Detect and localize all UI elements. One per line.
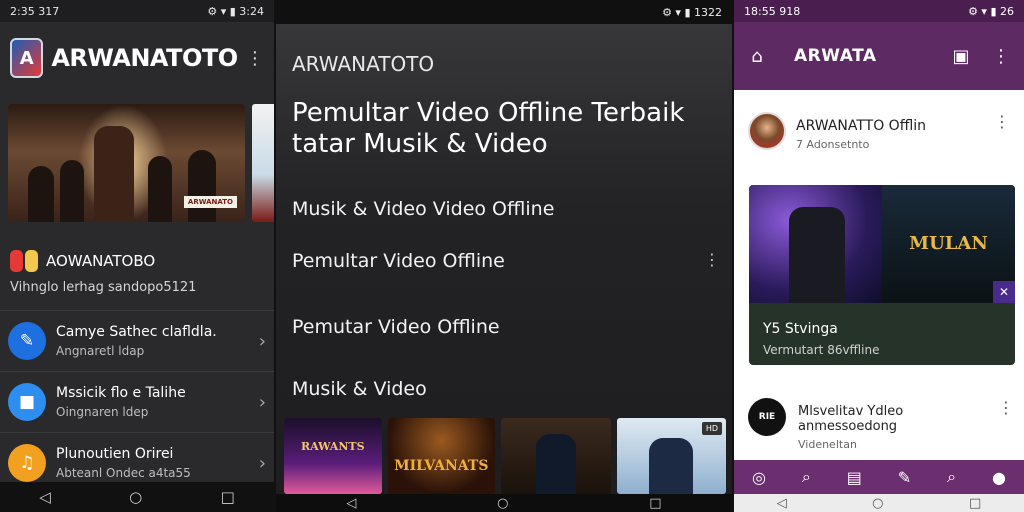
channel-avatar (10, 250, 38, 272)
phone-screen-right: 18:55 918 ⚙ ▾ ▮ 26 ⌂ ARWATA ▣ ⋮ ARWANATT… (734, 0, 1024, 512)
channel-subtitle: Vihnglo lerhag sandopo5121 (10, 280, 197, 295)
tab-edit-icon[interactable]: ✎ (898, 468, 911, 487)
system-nav-bar: ◁ ○ □ (734, 494, 1024, 512)
headline: Pemultar Video Offline Terbaik tatar Mus… (292, 98, 685, 159)
app-title: ARWANATOTO (292, 52, 435, 76)
list-item[interactable]: Pemutar Video Offline (292, 316, 500, 338)
video-icon: ■ (8, 383, 46, 421)
music-note-icon: ♫ (8, 444, 46, 482)
channel-name: AOWANATOBO (46, 252, 156, 270)
app-title: ARWATA (794, 46, 877, 66)
menu-list: ✎ Camye Sathec clafldla. Angnaretl ldap ›… (0, 310, 274, 493)
list-item-title: Camye Sathec clafldla. (56, 324, 217, 340)
quality-badge: HD (701, 422, 723, 435)
section-title: Musik & Video (292, 378, 427, 400)
home-icon[interactable]: ○ (872, 496, 883, 511)
chat-icon[interactable]: ▣ (948, 46, 974, 67)
list-item[interactable]: Pemultar Video Offline (292, 250, 505, 272)
list-item-subtitle: Angnaretl ldap (56, 344, 145, 358)
recents-icon[interactable]: □ (969, 496, 981, 511)
list-item-title: Mssicik flo e Talihe (56, 385, 186, 401)
system-nav-bar: ◁ ○ □ (276, 494, 732, 512)
more-options-icon[interactable]: ⋮ (988, 46, 1014, 67)
card-subtitle: Vermutart 86vffline (763, 343, 880, 357)
post-header[interactable]: ARWANATTO Offlin 7 Adonsetnto ⋮ (748, 112, 1010, 151)
system-nav-bar: ◁ ○ □ (0, 482, 274, 512)
video-thumbnail[interactable]: RAWANTS (284, 418, 382, 494)
featured-video-thumbnail[interactable]: ARWANATO (8, 104, 245, 222)
video-card[interactable]: MULAN ✕ Y5 Stvinga Vermutart 86vffline (749, 185, 1015, 365)
app-bar: ⌂ ARWATA ▣ ⋮ (734, 22, 1024, 90)
chevron-right-icon: › (258, 391, 266, 413)
post-subtitle: 7 Adonsetnto (796, 138, 870, 151)
tab-library-icon[interactable]: ▤ (847, 468, 862, 487)
app-title: ARWANATOTO (51, 44, 238, 72)
home-icon[interactable]: ⌂ (744, 46, 770, 67)
chevron-right-icon: › (258, 330, 266, 352)
video-thumbnail[interactable]: HD (616, 418, 727, 494)
list-item-subtitle: Abteanl Ondec a4ta55 (56, 466, 191, 480)
recents-icon[interactable]: □ (221, 488, 235, 506)
tab-search-icon[interactable]: ⌕ (802, 467, 811, 487)
more-options-icon[interactable]: ⋮ (998, 398, 1014, 417)
post-author: ARWANATTO Offlin (796, 118, 926, 134)
avatar (748, 112, 786, 150)
channel-logo: RIE (748, 398, 786, 436)
status-icons: ⚙ ▾ ▮ 26 (968, 4, 1014, 18)
more-options-icon[interactable]: ⋮ (246, 48, 264, 69)
more-options-icon[interactable]: ⋮ (704, 250, 720, 269)
video-thumbnail[interactable] (501, 418, 611, 494)
phone-screen-left: 2:35 317 ⚙ ▾ ▮ 3:24 A ARWANATOTO ⋮ ARWAN… (0, 0, 274, 512)
post-author: Mlsvelitav Ydleo anmessoedong (798, 404, 904, 434)
list-item[interactable]: Musik & Video Video Offline (292, 198, 554, 220)
status-icons: ⚙ ▾ ▮ 1322 (662, 5, 722, 19)
recents-icon[interactable]: □ (649, 496, 661, 511)
video-thumbnail[interactable]: MILVANATS (387, 418, 496, 494)
list-item[interactable]: ✎ Camye Sathec clafldla. Angnaretl ldap › (0, 310, 274, 371)
app-bar: A ARWANATOTO ⋮ (0, 22, 274, 94)
pencil-icon: ✎ (8, 322, 46, 360)
status-time: 2:35 317 (10, 4, 60, 18)
tab-search2-icon[interactable]: ⌕ (947, 467, 956, 487)
tab-profile-icon[interactable]: ● (992, 468, 1006, 487)
back-icon[interactable]: ◁ (777, 496, 787, 511)
tab-home-icon[interactable]: ◎ (752, 468, 766, 487)
hero-badge: ARWANATO (183, 196, 237, 208)
status-bar: ⚙ ▾ ▮ 1322 (276, 0, 732, 24)
list-item[interactable]: ■ Mssicik flo e Talihe Oingnaren ldep › (0, 371, 274, 432)
back-icon[interactable]: ◁ (346, 496, 356, 511)
poster-text: MULAN (909, 233, 988, 254)
status-bar: 2:35 317 ⚙ ▾ ▮ 3:24 (0, 0, 274, 22)
home-icon[interactable]: ○ (129, 488, 142, 506)
next-video-thumbnail[interactable] (252, 104, 274, 222)
back-icon[interactable]: ◁ (39, 488, 51, 506)
channel-info[interactable]: AOWANATOBO Vihnglo lerhag sandopo5121 (10, 250, 264, 295)
post-subtitle: Videneltan (798, 438, 857, 451)
status-icons: ⚙ ▾ ▮ 3:24 (207, 4, 264, 18)
app-logo: A (10, 38, 44, 78)
video-carousel: RAWANTS MILVANATS HD (284, 418, 727, 494)
status-bar: 18:55 918 ⚙ ▾ ▮ 26 (734, 0, 1024, 22)
status-time: 18:55 918 (744, 4, 801, 18)
post-header[interactable]: RIE Mlsvelitav Ydleo anmessoedong Videne… (748, 398, 1014, 451)
more-options-icon[interactable]: ⋮ (994, 112, 1010, 131)
play-icon[interactable]: ✕ (993, 281, 1015, 303)
phone-screen-middle: ⚙ ▾ ▮ 1322 ARWANATOTO Pemultar Video Off… (276, 0, 732, 512)
bottom-tab-bar: ◎ ⌕ ▤ ✎ ⌕ ● (734, 460, 1024, 494)
card-title: Y5 Stvinga (763, 321, 838, 337)
home-icon[interactable]: ○ (497, 496, 508, 511)
list-item-title: Plunoutien Orirei (56, 446, 174, 462)
list-item-subtitle: Oingnaren ldep (56, 405, 149, 419)
chevron-right-icon: › (258, 452, 266, 474)
